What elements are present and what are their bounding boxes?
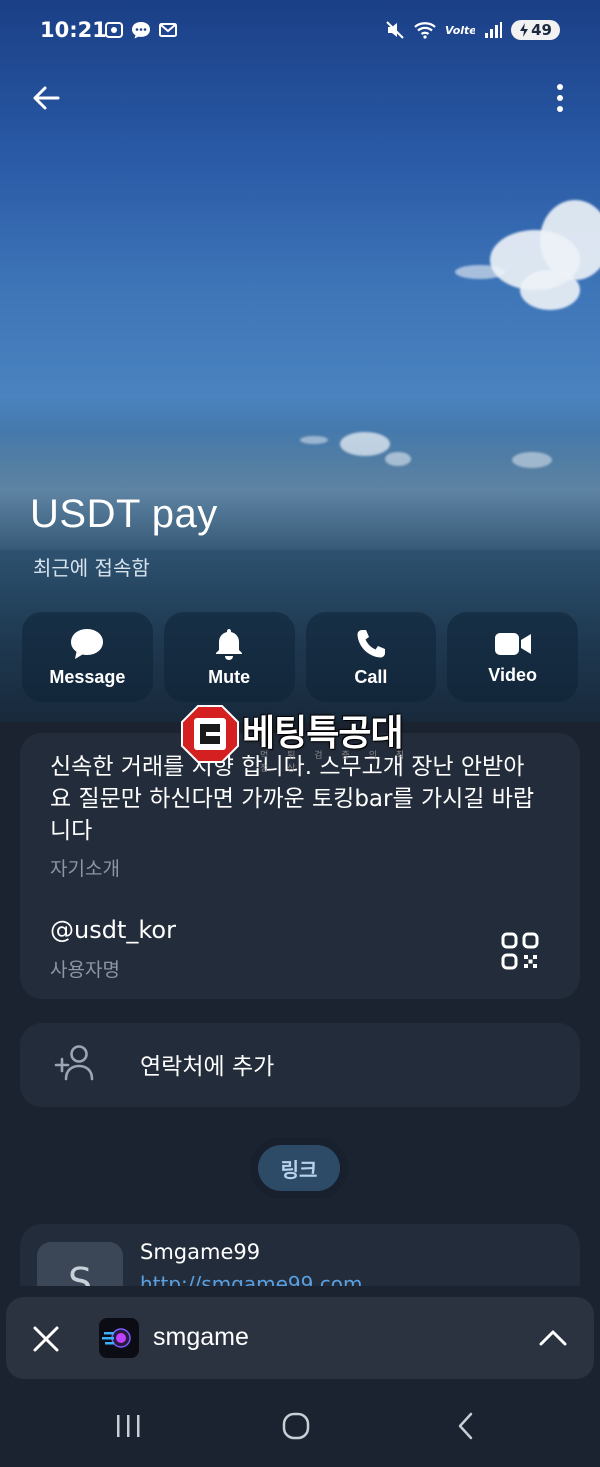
message-button-label: Message bbox=[49, 666, 126, 687]
call-button[interactable]: Call bbox=[305, 612, 437, 702]
home-icon[interactable] bbox=[276, 1411, 316, 1441]
chat-bubble-icon bbox=[71, 628, 104, 659]
mute-button[interactable]: Mute bbox=[163, 612, 295, 702]
bell-icon bbox=[216, 628, 243, 660]
phone-icon bbox=[357, 629, 385, 657]
links-tab-container: 링크 bbox=[250, 1137, 348, 1199]
notification-icons bbox=[104, 20, 178, 40]
mini-app-bar[interactable]: smgame bbox=[6, 1297, 594, 1379]
watermark-subtext: 먹 튀 검 증 의 최 정 상 bbox=[260, 751, 412, 774]
status-time: 10:21 bbox=[40, 18, 107, 42]
video-camera-icon bbox=[494, 632, 531, 655]
smgame-logo-icon bbox=[102, 1328, 131, 1348]
add-contact-button[interactable]: 연락처에 추가 bbox=[20, 1023, 580, 1107]
profile-name: USDT pay bbox=[30, 492, 218, 536]
username[interactable]: @usdt_kor bbox=[50, 916, 176, 944]
tab-links[interactable]: 링크 bbox=[258, 1145, 340, 1191]
chat-notification-icon bbox=[132, 22, 150, 39]
volte-icon: Volte bbox=[445, 24, 475, 37]
svg-text:Volte: Volte bbox=[445, 24, 475, 37]
recent-apps-icon[interactable] bbox=[108, 1411, 148, 1441]
add-contact-label: 연락처에 추가 bbox=[140, 1054, 275, 1080]
battery-indicator: 49 bbox=[511, 20, 560, 40]
mute-icon bbox=[386, 21, 404, 39]
mail-icon bbox=[159, 23, 177, 37]
video-button[interactable]: Video bbox=[447, 612, 578, 702]
mini-app-title: smgame bbox=[153, 1323, 249, 1351]
close-icon[interactable] bbox=[32, 1325, 60, 1353]
link-avatar: S bbox=[37, 1242, 123, 1286]
link-title: Smgame99 bbox=[140, 1240, 261, 1264]
screenshot-icon bbox=[105, 22, 123, 38]
message-button[interactable]: Message bbox=[22, 612, 153, 702]
more-options-icon[interactable] bbox=[544, 80, 576, 116]
mute-button-label: Mute bbox=[208, 666, 251, 687]
system-navigation-bar bbox=[0, 1385, 600, 1467]
wifi-icon bbox=[414, 22, 436, 39]
smgame-logo bbox=[99, 1318, 139, 1358]
add-user-icon bbox=[54, 1045, 94, 1081]
username-caption: 사용자명 bbox=[50, 959, 120, 981]
charging-icon bbox=[520, 23, 529, 37]
watermark: 베팅특공대 먹 튀 검 증 의 최 정 상 bbox=[180, 704, 430, 774]
chevron-up-icon[interactable] bbox=[538, 1325, 568, 1351]
watermark-logo-icon bbox=[181, 705, 239, 763]
sky-cloud bbox=[455, 265, 505, 279]
bio-caption: 자기소개 bbox=[50, 858, 120, 880]
video-button-label: Video bbox=[488, 664, 537, 685]
link-url[interactable]: http://smgame99.com bbox=[140, 1272, 362, 1286]
action-bar: Message Mute Call Video bbox=[22, 612, 578, 704]
last-seen-status: 최근에 접속함 bbox=[33, 556, 150, 580]
back-arrow-icon[interactable] bbox=[28, 80, 64, 116]
qr-code-icon[interactable] bbox=[500, 931, 540, 971]
status-bar: 10:21 Volte 49 bbox=[0, 0, 600, 64]
profile-header: 10:21 Volte 49 USDT pay 최근에 접속함 Message … bbox=[0, 0, 600, 722]
battery-level: 49 bbox=[531, 21, 552, 39]
system-icons: Volte 49 bbox=[385, 20, 560, 40]
sky-cloud bbox=[520, 270, 580, 310]
back-nav-icon[interactable] bbox=[446, 1411, 486, 1441]
signal-icon bbox=[485, 22, 503, 38]
call-button-label: Call bbox=[354, 666, 388, 687]
link-list-item[interactable]: S Smgame99 http://smgame99.com bbox=[20, 1224, 580, 1286]
